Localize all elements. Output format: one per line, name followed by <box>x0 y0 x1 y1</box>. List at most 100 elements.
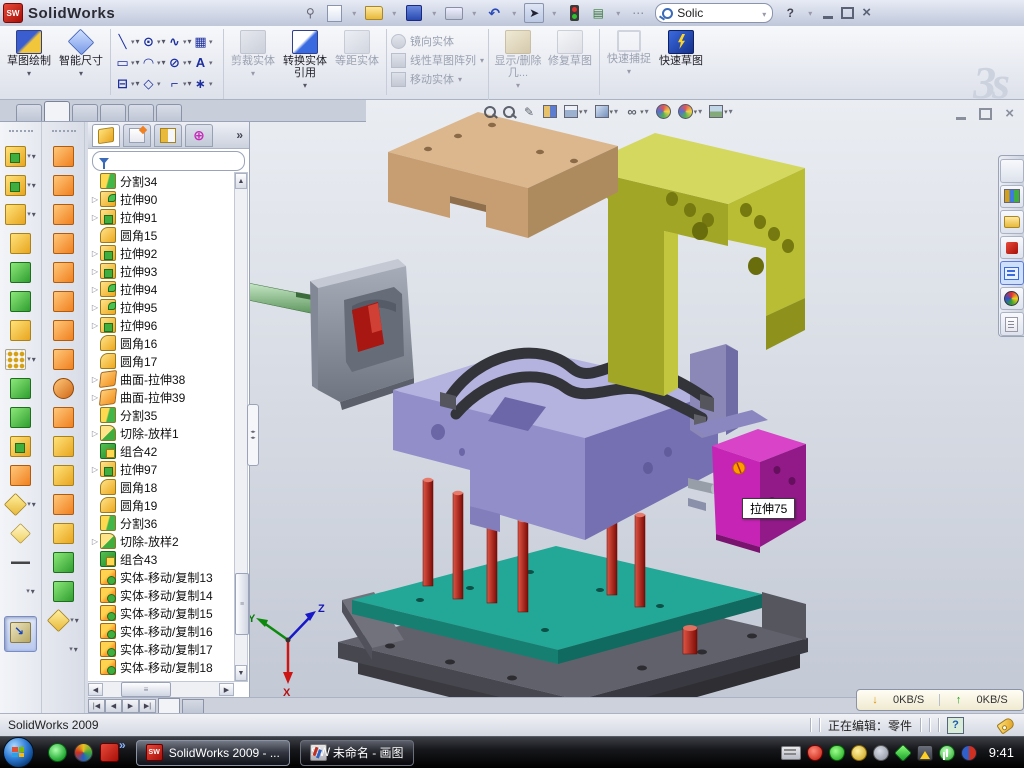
taskbar-clock[interactable]: 9:41 <box>989 745 1014 760</box>
repair-sketch-button[interactable]: 修复草图 <box>544 29 596 67</box>
toolbar-grip[interactable] <box>9 130 33 135</box>
tree-item[interactable]: ▷ 曲面-拉伸38 <box>90 370 236 388</box>
tree-item[interactable]: ▷ 切除-放样2 <box>90 532 236 550</box>
command-tab[interactable] <box>156 104 182 121</box>
tree-item[interactable]: ▷ 实体-移动/复制13 <box>90 568 236 586</box>
convert-entities-button[interactable]: 转换实体引用 <box>279 29 331 92</box>
tree-item[interactable]: ▷ 拉伸94 <box>90 280 236 298</box>
save-dropdown[interactable] <box>428 4 440 22</box>
tray-health-icon[interactable] <box>939 745 955 761</box>
toolbar-overflow-icon[interactable]: ⋯ <box>628 4 648 22</box>
open-icon[interactable] <box>364 4 384 22</box>
next-tab-icon[interactable]: ▶ <box>122 699 139 713</box>
last-tab-icon[interactable]: ▶| <box>139 699 156 713</box>
scroll-down-icon[interactable]: ▼ <box>235 665 247 681</box>
smart-dimension-button[interactable]: 智能尺寸 <box>55 29 107 80</box>
graphics-viewport[interactable]: Y Z X ▾▾✎▾▾▾▾∞▾▾▾▾ × 拉伸75 <box>250 100 1024 697</box>
checker-dropdown[interactable] <box>612 4 624 22</box>
input-method-keyboard-icon[interactable] <box>781 746 801 760</box>
tree-item[interactable]: ▷ 拉伸91 <box>90 208 236 226</box>
expand-arrow-icon[interactable]: ▷ <box>90 429 100 438</box>
expand-arrow-icon[interactable]: ▷ <box>90 267 100 276</box>
configuration-manager-tab[interactable] <box>154 124 182 147</box>
tray-update-icon[interactable] <box>961 745 977 761</box>
tree-item[interactable]: ▷ 实体-移动/复制17 <box>90 640 236 658</box>
expand-arrow-icon[interactable]: ▷ <box>90 213 100 222</box>
command-tab[interactable] <box>44 101 70 121</box>
search-input[interactable]: Solic <box>677 6 703 20</box>
minimize-icon[interactable] <box>823 7 833 19</box>
quick-launch-solidworks-icon[interactable] <box>100 743 119 762</box>
tray-security-alert-icon[interactable] <box>807 745 823 761</box>
tree-item[interactable]: ▷ 实体-移动/复制15 <box>90 604 236 622</box>
scroll-thumb[interactable]: ≡ <box>121 682 171 697</box>
search-box[interactable]: Solic <box>655 3 773 23</box>
close-icon[interactable]: × <box>862 8 871 18</box>
search-dropdown[interactable] <box>762 6 766 20</box>
tree-item[interactable]: ▷ 拉伸95 <box>90 298 236 316</box>
design-checker-icon[interactable]: ▤ <box>588 4 608 22</box>
tree-item[interactable]: ▷ 切除-放样1 <box>90 424 236 442</box>
tree-vertical-scrollbar[interactable]: ▲ ≡ ▼ <box>234 172 248 682</box>
open-dropdown[interactable] <box>388 4 400 22</box>
move-entities-button[interactable]: 移动实体 <box>391 71 462 87</box>
print-icon[interactable] <box>444 4 464 22</box>
command-tab[interactable] <box>72 104 98 121</box>
tray-sync-icon[interactable] <box>894 743 912 761</box>
pin-icon[interactable]: ⚲ <box>300 4 320 22</box>
measure-button[interactable] <box>4 616 37 652</box>
tree-item[interactable]: ▷ 实体-移动/复制16 <box>90 622 236 640</box>
expand-arrow-icon[interactable]: ▷ <box>90 465 100 474</box>
offset-entities-button[interactable]: 等距实体 <box>331 29 383 67</box>
tree-item[interactable]: ▷ 实体-移动/复制18 <box>90 658 236 676</box>
panel-splitter-handle[interactable]: ◂▸◂▸ <box>247 404 259 466</box>
tree-item[interactable]: ▷ 拉伸97 <box>90 460 236 478</box>
tray-volume-icon[interactable] <box>873 745 889 761</box>
quick-launch-overflow-icon[interactable]: » <box>119 738 126 752</box>
tree-item[interactable]: ▷ 分割34 <box>90 172 236 190</box>
print-dropdown[interactable] <box>468 4 480 22</box>
start-button[interactable] <box>3 737 34 768</box>
tree-item[interactable]: ▷ 分割35 <box>90 406 236 424</box>
mirror-entities-button[interactable]: 镜向实体 <box>391 33 454 49</box>
quick-launch-media-icon[interactable] <box>74 743 93 762</box>
undo-dropdown[interactable] <box>508 4 520 22</box>
restore-icon[interactable] <box>841 7 854 19</box>
tray-antivirus-icon[interactable] <box>829 745 845 761</box>
tray-network-warning-icon[interactable] <box>917 745 933 761</box>
tree-item[interactable]: ▷ 实体-移动/复制14 <box>90 586 236 604</box>
rebuild-traffic-light-icon[interactable] <box>564 4 584 22</box>
rapid-sketch-button[interactable]: 快速草图 <box>655 29 707 67</box>
help-icon[interactable]: ? <box>780 4 800 22</box>
quick-tips-icon[interactable]: ? <box>947 717 964 734</box>
expand-arrow-icon[interactable]: ▷ <box>90 303 100 312</box>
taskbar-window-button[interactable]: SW 未命名 - 画图 <box>300 740 414 766</box>
doc-restore-icon[interactable] <box>979 108 992 120</box>
tree-item[interactable]: ▷ 圆角18 <box>90 478 236 496</box>
command-tab[interactable] <box>100 104 126 121</box>
help-dropdown[interactable] <box>804 4 816 22</box>
document-tab[interactable] <box>158 698 180 713</box>
property-manager-tab[interactable] <box>123 124 151 147</box>
display-delete-relations-button[interactable]: 显示/删除几... <box>492 29 544 92</box>
tree-item[interactable]: ▷ 圆角17 <box>90 352 236 370</box>
select-arrow-icon[interactable]: ➤ <box>524 3 544 23</box>
expand-arrow-icon[interactable]: ▷ <box>90 249 100 258</box>
undo-icon[interactable]: ↶ <box>484 4 504 22</box>
tree-item[interactable]: ▷ 圆角15 <box>90 226 236 244</box>
expand-arrow-icon[interactable]: ▷ <box>90 321 100 330</box>
new-dropdown[interactable] <box>348 4 360 22</box>
tree-horizontal-scrollbar[interactable]: ◀ ≡ ▶ <box>88 681 234 697</box>
sketch-button[interactable]: 草图绘制 <box>3 29 55 80</box>
tree-item[interactable]: ▷ 组合42 <box>90 442 236 460</box>
tag-icon[interactable] <box>996 716 1015 734</box>
tree-filter-input[interactable] <box>92 151 245 171</box>
doc-close-icon[interactable]: × <box>1005 109 1014 119</box>
quick-snaps-button[interactable]: 快速捕捉 <box>603 29 655 78</box>
feature-manager-tab[interactable] <box>92 124 120 147</box>
dimxpert-manager-tab[interactable]: ⊕ <box>185 124 213 147</box>
scroll-up-icon[interactable]: ▲ <box>235 173 247 189</box>
tree-item[interactable]: ▷ 分割36 <box>90 514 236 532</box>
tray-optimizer-icon[interactable] <box>851 745 867 761</box>
new-document-icon[interactable] <box>324 4 344 22</box>
